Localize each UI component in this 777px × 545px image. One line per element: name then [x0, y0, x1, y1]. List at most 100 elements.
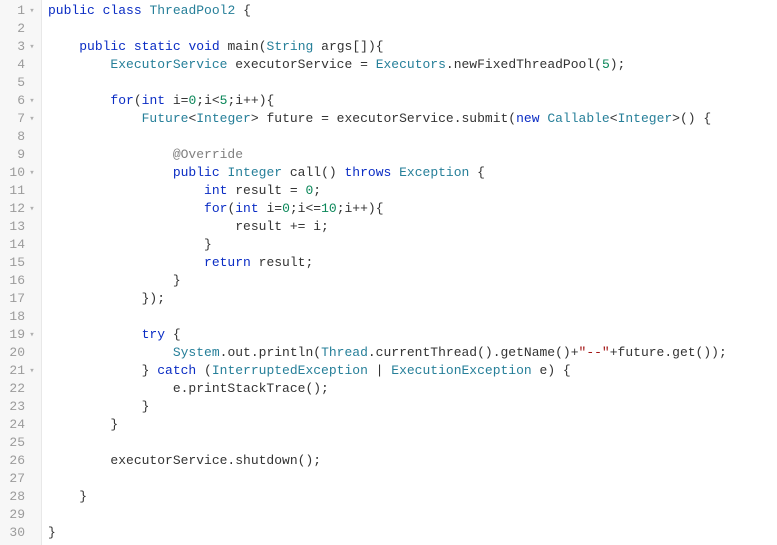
line-number: 23	[9, 398, 27, 416]
line-number: 14	[9, 236, 27, 254]
fold-toggle-icon[interactable]: ▾	[27, 362, 37, 380]
token-pn: );	[610, 57, 626, 72]
code-line	[48, 434, 777, 452]
token-kw: return	[204, 255, 251, 270]
fold-toggle-icon[interactable]: ▾	[27, 110, 37, 128]
gutter-row: 27	[0, 470, 39, 488]
gutter-row: 11	[0, 182, 39, 200]
token-pn: |	[368, 363, 391, 378]
code-line: for(int i=0;i<=10;i++){	[48, 200, 777, 218]
line-number: 11	[9, 182, 27, 200]
code-line: public class ThreadPool2 {	[48, 2, 777, 20]
token-pn: }	[48, 399, 149, 414]
gutter-row: 19▾	[0, 326, 39, 344]
token-pn: .currentThread().getName()+	[368, 345, 579, 360]
line-number: 1	[17, 2, 27, 20]
token-pn: result;	[251, 255, 313, 270]
token-pn: {	[165, 327, 181, 342]
gutter-row: 17	[0, 290, 39, 308]
token-pn: <	[610, 111, 618, 126]
code-line	[48, 506, 777, 524]
token-kw: int	[142, 93, 165, 108]
fold-toggle-icon[interactable]: ▾	[27, 326, 37, 344]
code-line: }	[48, 272, 777, 290]
code-line: int result = 0;	[48, 182, 777, 200]
token-type: Executors	[376, 57, 446, 72]
code-line	[48, 128, 777, 146]
token-type: Future	[142, 111, 189, 126]
gutter-row: 26	[0, 452, 39, 470]
token-pn: ()	[321, 165, 344, 180]
line-number: 9	[17, 146, 27, 164]
line-number: 20	[9, 344, 27, 362]
token-ann: @Override	[173, 147, 243, 162]
line-number: 27	[9, 470, 27, 488]
code-line: }	[48, 524, 777, 542]
token-kw: public	[173, 165, 220, 180]
token-pn: (	[196, 363, 212, 378]
line-number: 8	[17, 128, 27, 146]
code-line: public static void main(String args[]){	[48, 38, 777, 56]
line-number: 2	[17, 20, 27, 38]
token-pn	[126, 39, 134, 54]
gutter-row: 5	[0, 74, 39, 92]
token-pn: }	[48, 417, 118, 432]
line-number: 24	[9, 416, 27, 434]
token-num-lit: 10	[321, 201, 337, 216]
fold-toggle-icon[interactable]: ▾	[27, 38, 37, 56]
gutter-row: 9	[0, 146, 39, 164]
fold-toggle-icon[interactable]: ▾	[27, 164, 37, 182]
token-pn: .newFixedThreadPool(	[446, 57, 602, 72]
fold-toggle-icon[interactable]: ▾	[27, 200, 37, 218]
token-kw: catch	[157, 363, 196, 378]
code-line: }	[48, 416, 777, 434]
token-str: "--"	[579, 345, 610, 360]
line-number: 16	[9, 272, 27, 290]
fold-toggle-icon[interactable]: ▾	[27, 2, 37, 20]
line-number: 15	[9, 254, 27, 272]
code-line: return result;	[48, 254, 777, 272]
code-line	[48, 74, 777, 92]
token-kw: int	[235, 201, 258, 216]
token-pn	[48, 183, 204, 198]
token-pn: i=	[259, 201, 282, 216]
gutter-row: 28	[0, 488, 39, 506]
gutter-row: 10▾	[0, 164, 39, 182]
token-pn	[48, 111, 142, 126]
gutter-row: 16	[0, 272, 39, 290]
line-number: 22	[9, 380, 27, 398]
gutter-row: 6▾	[0, 92, 39, 110]
token-pn: e) {	[532, 363, 571, 378]
token-pn: args[]){	[313, 39, 383, 54]
token-pn	[220, 39, 228, 54]
line-number: 28	[9, 488, 27, 506]
token-num-lit: 5	[602, 57, 610, 72]
gutter-row: 30	[0, 524, 39, 542]
token-pn	[95, 3, 103, 18]
gutter-row: 7▾	[0, 110, 39, 128]
gutter-row: 23	[0, 398, 39, 416]
token-pn	[48, 345, 173, 360]
code-line: for(int i=0;i<5;i++){	[48, 92, 777, 110]
token-pn: executorService.shutdown();	[48, 453, 321, 468]
token-type: Integer	[227, 165, 282, 180]
code-area: public class ThreadPool2 { public static…	[42, 0, 777, 545]
gutter-row: 1▾	[0, 2, 39, 20]
line-number: 13	[9, 218, 27, 236]
token-pn	[48, 57, 110, 72]
token-pn: {	[235, 3, 251, 18]
gutter-row: 12▾	[0, 200, 39, 218]
gutter-row: 20	[0, 344, 39, 362]
gutter-row: 21▾	[0, 362, 39, 380]
token-kw: static	[134, 39, 181, 54]
token-kw: int	[204, 183, 227, 198]
code-line: ExecutorService executorService = Execut…	[48, 56, 777, 74]
token-pn: e.printStackTrace();	[48, 381, 329, 396]
fold-toggle-icon[interactable]: ▾	[27, 92, 37, 110]
token-pn: >() {	[672, 111, 711, 126]
token-pn: }	[48, 237, 212, 252]
gutter-row: 25	[0, 434, 39, 452]
gutter-row: 4	[0, 56, 39, 74]
line-number: 18	[9, 308, 27, 326]
code-line: result += i;	[48, 218, 777, 236]
